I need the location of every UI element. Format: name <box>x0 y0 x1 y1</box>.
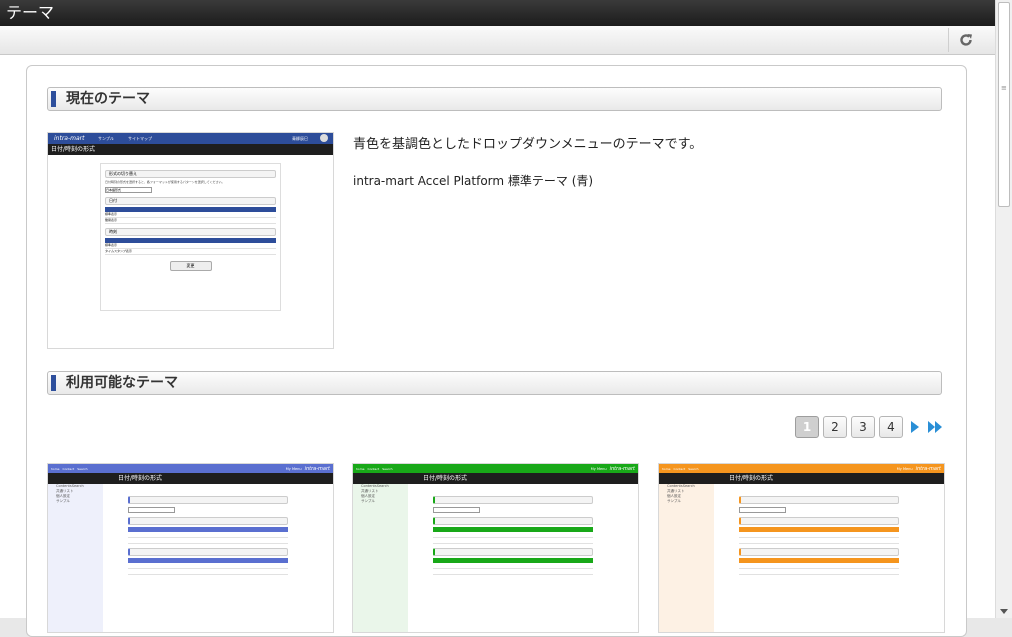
last-arrow-icon <box>928 421 942 433</box>
window-title: テーマ <box>6 3 55 22</box>
thumb-form <box>433 492 593 575</box>
thumb-form <box>128 492 288 575</box>
current-theme-header: 現在のテーマ <box>47 87 942 111</box>
thumb-format-heading <box>128 496 288 504</box>
thumb-row <box>433 569 593 575</box>
thumb-time-heading <box>739 548 899 556</box>
thumb-top-search: Search <box>77 466 88 471</box>
thumb-mymenu: My Menu <box>896 466 913 471</box>
thumb-date-heading <box>739 517 899 525</box>
refresh-icon <box>960 34 972 46</box>
available-themes-header: 利用可能なテーマ <box>47 371 942 395</box>
thumb-screen-title: 日付/時刻の形式 <box>353 473 638 484</box>
page-1-button[interactable]: 1 <box>795 416 819 438</box>
thumb-navbar: intra-mart サンプル サイトマップ 青柳辰巳 <box>48 133 333 144</box>
thumb-side-4: サンプル <box>667 499 681 503</box>
thumb-sidebar: ContentsSearch 共通リスト 個人設定 サンプル <box>659 484 714 632</box>
page-2-button[interactable]: 2 <box>823 416 847 438</box>
thumb-locale-select <box>128 507 175 513</box>
window-titlebar: テーマ <box>0 0 995 26</box>
next-arrow-icon <box>911 421 919 433</box>
thumb-topbar: home Contact Search My Menu intra-mart <box>659 464 944 473</box>
last-page-button[interactable] <box>927 416 943 438</box>
vertical-scrollbar[interactable]: ≡ <box>995 0 1012 618</box>
thumb-date-heading: 日付 <box>105 197 276 205</box>
thumb-user: 青柳辰巳 <box>292 136 308 141</box>
thumb-top-contact: Contact <box>673 466 686 471</box>
reload-button[interactable] <box>948 28 983 52</box>
thumb-form: 形式の切り替え 日付時刻の形式を選択すると、各フォーマットが使用するパターンを選… <box>100 163 281 311</box>
toolbar <box>0 26 995 55</box>
section-marker <box>51 91 56 107</box>
section-marker <box>51 375 56 391</box>
theme-thumbnail-orange[interactable]: home Contact Search My Menu intra-mart 日… <box>658 463 945 633</box>
thumb-screen-title: 日付/時刻の形式 <box>48 144 333 155</box>
thumb-info: 日付時刻の形式を選択すると、各フォーマットが使用するパターンを選択してください。 <box>105 180 225 184</box>
current-theme-thumbnail: intra-mart サンプル サイトマップ 青柳辰巳 日付/時刻の形式 形式の… <box>47 132 334 349</box>
thumb-format-heading <box>739 496 899 504</box>
thumb-time-heading: 時刻 <box>105 228 276 236</box>
scrollbar-thumb[interactable]: ≡ <box>998 2 1010 207</box>
theme-description: 青色を基調色としたドロップダウンメニューのテーマです。 <box>353 137 703 152</box>
thumb-side-4: サンプル <box>56 499 70 503</box>
thumb-top-contact: Contact <box>367 466 380 471</box>
thumb-help-icon <box>320 134 328 142</box>
scroll-down-arrow-icon[interactable] <box>1000 609 1008 614</box>
next-page-button[interactable] <box>907 416 923 438</box>
thumb-top-home: home <box>356 466 365 471</box>
main-content: 現在のテーマ intra-mart サンプル サイトマップ 青柳辰巳 日付/時刻… <box>0 55 995 637</box>
thumb-form <box>739 492 899 575</box>
thumb-locale-select: 日本語形式 <box>105 187 152 193</box>
thumb-mymenu: My Menu <box>285 466 302 471</box>
page-4-button[interactable]: 4 <box>879 416 903 438</box>
thumb-top-search: Search <box>382 466 393 471</box>
thumb-format-heading: 形式の切り替え <box>105 170 276 178</box>
thumb-logo: intra-mart <box>304 465 330 472</box>
thumb-date-heading <box>433 517 593 525</box>
page-3-button[interactable]: 3 <box>851 416 875 438</box>
thumb-mymenu: My Menu <box>590 466 607 471</box>
scrollbar-grip-icon: ≡ <box>1001 84 1007 92</box>
thumb-format-heading <box>433 496 593 504</box>
current-theme-heading: 現在のテーマ <box>66 91 150 107</box>
available-themes-heading: 利用可能なテーマ <box>66 375 178 391</box>
theme-thumbnail-blue[interactable]: home Contact Search My Menu intra-mart 日… <box>47 463 334 633</box>
thumb-top-home: home <box>51 466 60 471</box>
thumb-top-home: home <box>662 466 671 471</box>
thumb-menu-sitemap: サイトマップ <box>128 136 152 141</box>
thumb-change-button: 変更 <box>169 261 212 271</box>
thumb-sidebar: ContentsSearch 共通リスト 個人設定 サンプル <box>353 484 408 632</box>
thumb-time-row-2: タイムスタンプ表示 <box>105 249 276 255</box>
thumb-topbar: home Contact Search My Menu intra-mart <box>353 464 638 473</box>
thumb-date-row-2: 簡易表示 <box>105 218 276 224</box>
thumb-screen-title: 日付/時刻の形式 <box>48 473 333 484</box>
thumb-logo: intra-mart <box>54 135 85 142</box>
thumb-sidebar: ContentsSearch 共通リスト 個人設定 サンプル <box>48 484 103 632</box>
theme-name: intra-mart Accel Platform 標準テーマ (青) <box>353 174 594 188</box>
thumb-menu-sample: サンプル <box>98 136 114 141</box>
thumb-row <box>433 538 593 544</box>
theme-thumbnail-green[interactable]: home Contact Search My Menu intra-mart 日… <box>352 463 639 633</box>
thumb-row <box>128 569 288 575</box>
thumb-locale-select <box>433 507 480 513</box>
thumb-top-contact: Contact <box>62 466 75 471</box>
thumb-row <box>128 538 288 544</box>
thumb-row <box>739 538 899 544</box>
pagination: 1 2 3 4 <box>795 416 943 440</box>
thumb-locale-select <box>739 507 786 513</box>
thumb-logo: intra-mart <box>609 465 635 472</box>
thumb-side-4: サンプル <box>361 499 375 503</box>
thumb-logo: intra-mart <box>915 465 941 472</box>
thumb-topbar: home Contact Search My Menu intra-mart <box>48 464 333 473</box>
thumb-top-search: Search <box>688 466 699 471</box>
thumb-time-heading <box>433 548 593 556</box>
theme-panel: 現在のテーマ intra-mart サンプル サイトマップ 青柳辰巳 日付/時刻… <box>26 65 967 637</box>
thumb-time-heading <box>128 548 288 556</box>
thumb-screen-title: 日付/時刻の形式 <box>659 473 944 484</box>
thumb-date-heading <box>128 517 288 525</box>
thumb-row <box>739 569 899 575</box>
